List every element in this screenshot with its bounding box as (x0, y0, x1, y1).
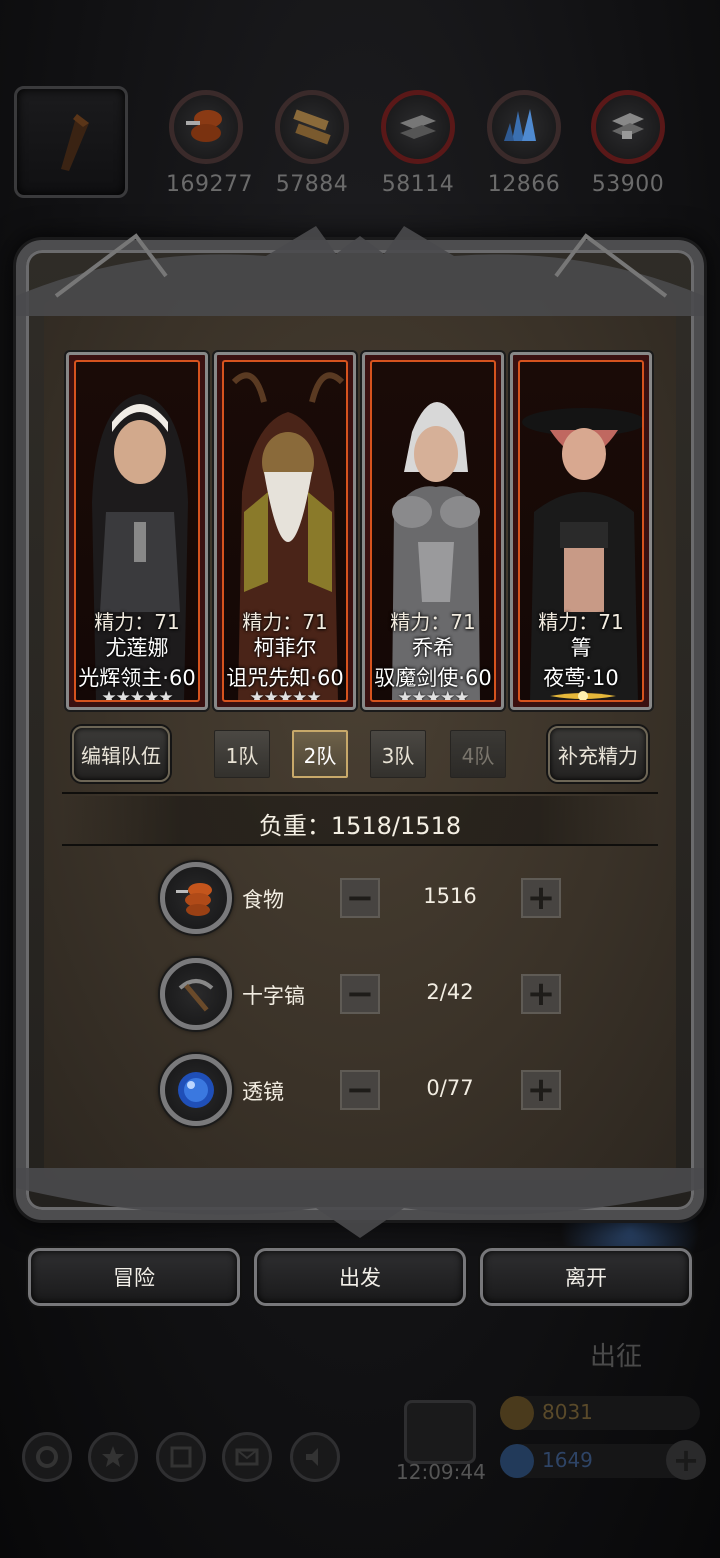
resource-meat: 169277 (166, 90, 253, 197)
resource-ore-value: 53900 (591, 172, 665, 197)
resource-wood-value: 57884 (275, 172, 349, 197)
resource-wood: 57884 (272, 90, 352, 197)
supply-label-pickaxe: 十字镐 (242, 984, 305, 1008)
hero-energy: 精力：71 (390, 610, 476, 634)
codex-icon[interactable] (156, 1432, 206, 1482)
resource-crystal: 12866 (484, 90, 564, 197)
achievement-icon[interactable] (88, 1432, 138, 1482)
equipped-tool-slot[interactable] (14, 86, 128, 198)
supply-label-lens: 透镜 (242, 1080, 284, 1104)
lens-minus-button[interactable]: − (340, 1070, 380, 1110)
hero-title: 夜莺·10 (543, 666, 619, 690)
hero-name: 尤莲娜 (105, 636, 169, 660)
pickaxe-icon (160, 958, 232, 1030)
ornament-top-icon (16, 226, 704, 316)
gold-amount: 8031 (542, 1400, 593, 1424)
gem-amount: 1649 (542, 1448, 593, 1472)
adventure-button[interactable]: 冒险 (28, 1248, 240, 1306)
iron-icon (381, 90, 455, 164)
hero-name: 柯菲尔 (253, 636, 317, 660)
hero-stars: ★★★★★ (249, 688, 321, 702)
gem-icon (500, 1444, 534, 1478)
supply-label-food: 食物 (242, 888, 284, 912)
settings-gear-icon[interactable] (22, 1432, 72, 1482)
divider (62, 844, 658, 846)
resource-iron: 58114 (378, 90, 458, 197)
sound-icon[interactable] (290, 1432, 340, 1482)
food-plus-button[interactable]: + (521, 878, 561, 918)
add-currency-button[interactable]: + (666, 1440, 706, 1480)
tab-team-2[interactable]: 2队 (292, 730, 348, 778)
hero-card-3[interactable]: 精力：71 乔希 驭魔剑使·60 ★★★★★ (362, 352, 504, 710)
load-capacity: 负重：1518/1518 (258, 812, 462, 840)
hero-card-1[interactable]: 精力：71 尤莲娜 光辉领主·60 ★★★★★ (66, 352, 208, 710)
hero-name: 乔希 (412, 636, 454, 660)
resource-crystal-value: 12866 (487, 172, 561, 197)
resource-iron-value: 58114 (381, 172, 455, 197)
torch-icon (61, 114, 89, 171)
hero-energy: 精力：71 (538, 610, 624, 634)
meat-icon (160, 862, 232, 934)
lens-plus-button[interactable]: + (521, 1070, 561, 1110)
divider (62, 792, 658, 794)
supply-value-pickaxe: 2/42 (426, 980, 474, 1004)
ore-icon (591, 90, 665, 164)
meat-icon (169, 90, 243, 164)
resource-meat-value: 169277 (166, 172, 253, 197)
gold-coin-icon (500, 1396, 534, 1430)
expedition-label: 出征 (590, 1342, 643, 1372)
countdown-timer: 12:09:44 (396, 1460, 486, 1484)
gift-box-icon[interactable] (404, 1400, 476, 1464)
moon-rank-icon (550, 691, 616, 700)
ornament-bottom-icon (16, 1168, 704, 1238)
supply-value-food: 1516 (423, 884, 477, 908)
hero-card-4[interactable]: 精力：71 箐 夜莺·10 (510, 352, 652, 710)
hero-energy: 精力：71 (242, 610, 328, 634)
hero-stars: ★★★★★ (101, 688, 173, 702)
depart-button[interactable]: 出发 (254, 1248, 466, 1306)
lens-icon (160, 1054, 232, 1126)
tab-team-1[interactable]: 1队 (214, 730, 270, 778)
pickaxe-minus-button[interactable]: − (340, 974, 380, 1014)
wood-icon (275, 90, 349, 164)
tab-team-3[interactable]: 3队 (370, 730, 426, 778)
hero-stars: ★★★★★ (397, 688, 469, 702)
edit-team-button[interactable]: 编辑队伍 (72, 726, 170, 782)
hero-name: 箐 (570, 636, 592, 660)
resource-ore: 53900 (588, 90, 668, 197)
hero-card-2[interactable]: 精力：71 柯菲尔 诅咒先知·60 ★★★★★ (214, 352, 356, 710)
supply-value-lens: 0/77 (426, 1076, 474, 1100)
refill-energy-button[interactable]: 补充精力 (548, 726, 648, 782)
leave-button[interactable]: 离开 (480, 1248, 692, 1306)
tab-team-4[interactable]: 4队 (450, 730, 506, 778)
gold-currency: 8031 (500, 1396, 700, 1430)
pickaxe-plus-button[interactable]: + (521, 974, 561, 1014)
crystal-icon (487, 90, 561, 164)
food-minus-button[interactable]: − (340, 878, 380, 918)
mail-icon[interactable] (222, 1432, 272, 1482)
hero-energy: 精力：71 (94, 610, 180, 634)
